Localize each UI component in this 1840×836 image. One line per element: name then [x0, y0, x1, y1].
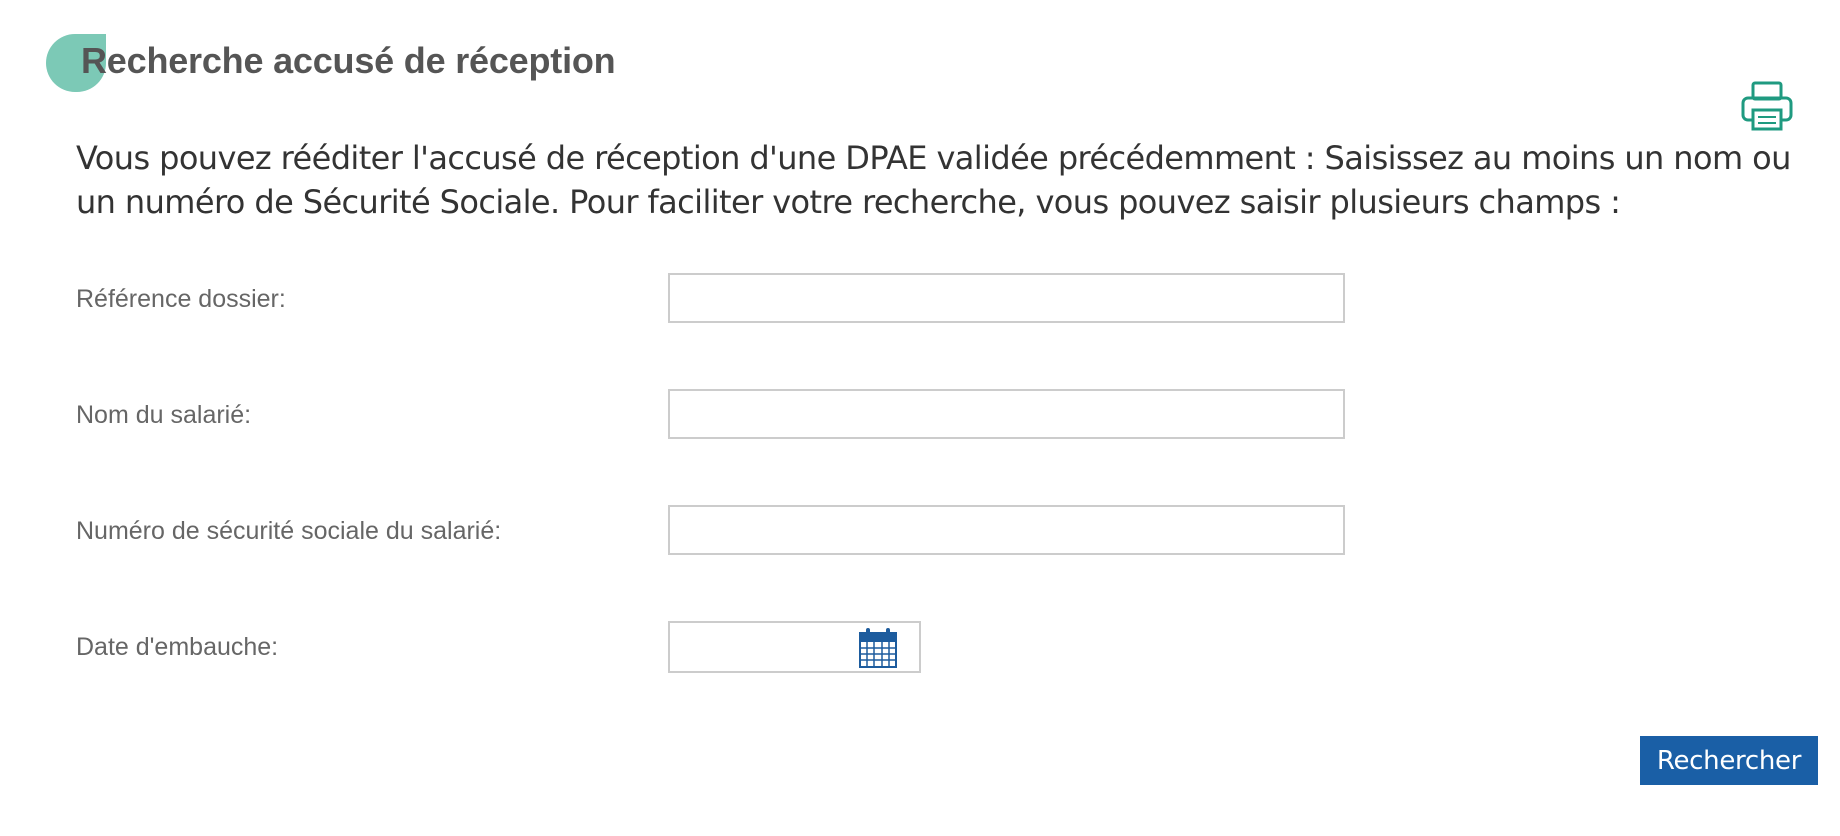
- date-input[interactable]: [670, 623, 850, 671]
- nss-input[interactable]: [668, 505, 1345, 555]
- date-field: [668, 621, 921, 673]
- form-row-nom: Nom du salarié:: [76, 389, 1356, 441]
- page: Recherche accusé de réception Vous pouve…: [0, 0, 1840, 836]
- calendar-icon: [859, 628, 897, 668]
- page-title: Recherche accusé de réception: [81, 40, 616, 81]
- print-button[interactable]: [1740, 80, 1794, 132]
- nom-label: Nom du salarié:: [76, 401, 252, 429]
- form-row-nss: Numéro de sécurité sociale du salarié:: [76, 505, 1356, 557]
- reference-input[interactable]: [668, 273, 1345, 323]
- reference-label: Référence dossier:: [76, 285, 286, 313]
- calendar-button[interactable]: [858, 627, 898, 669]
- intro-text: Vous pouvez rééditer l'accusé de récepti…: [76, 139, 1791, 221]
- form-row-reference: Référence dossier:: [76, 273, 1356, 325]
- date-label: Date d'embauche:: [76, 633, 279, 661]
- printer-icon: [1741, 81, 1793, 131]
- form-row-date: Date d'embauche:: [76, 621, 1356, 673]
- nom-input[interactable]: [668, 389, 1345, 439]
- nss-label: Numéro de sécurité sociale du salarié:: [76, 517, 502, 545]
- search-button[interactable]: Rechercher: [1640, 736, 1818, 785]
